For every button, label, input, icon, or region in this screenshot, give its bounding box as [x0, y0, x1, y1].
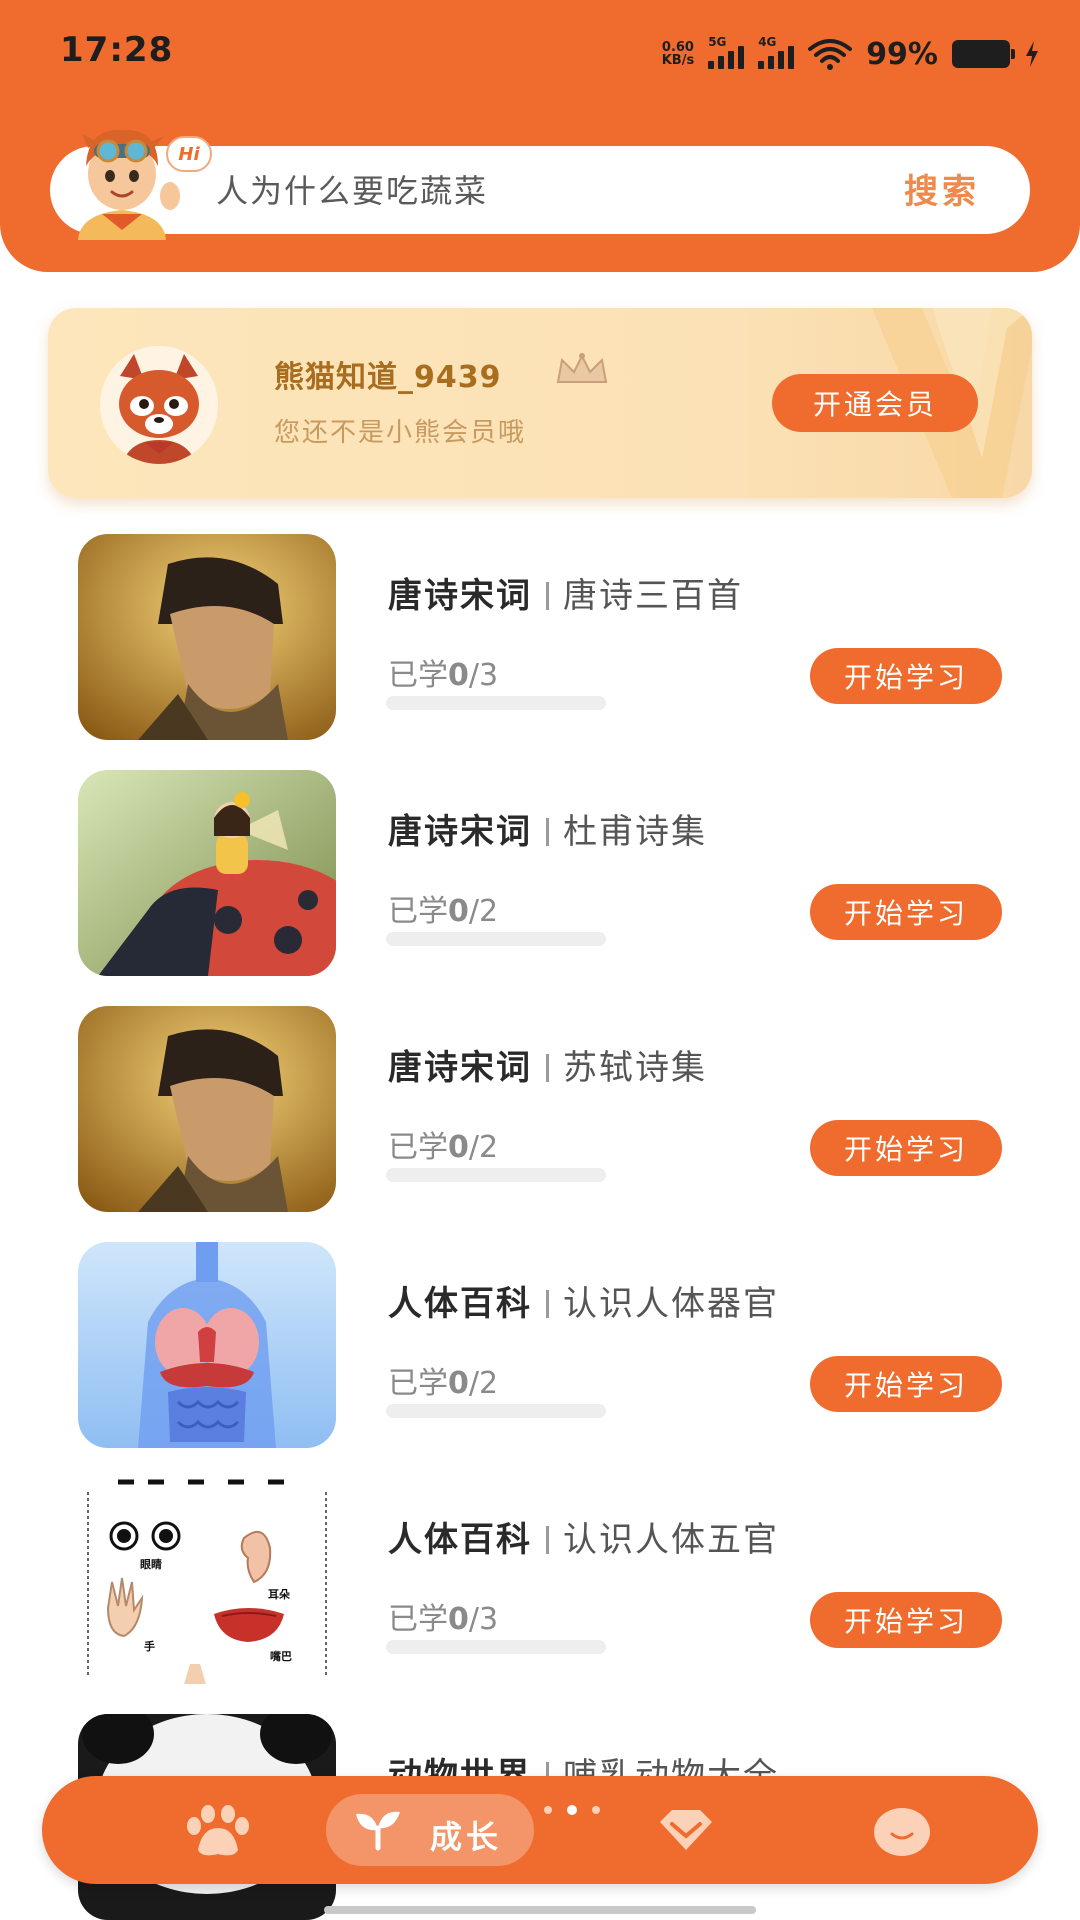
progress-learned: 0 — [448, 1366, 469, 1401]
red-panda-icon — [100, 346, 218, 464]
search-button[interactable]: 搜索 — [904, 164, 980, 213]
progress-learned: 0 — [448, 1602, 469, 1637]
progress-bar — [386, 932, 606, 946]
network-speed: 0.60 KB/s — [662, 41, 694, 67]
home-indicator[interactable] — [324, 1906, 756, 1914]
progress-label: 已学 — [388, 894, 448, 929]
course-title: 唐诗宋词 苏轼诗集 — [388, 1040, 707, 1089]
sprout-icon — [356, 1811, 400, 1851]
status-time: 17:28 — [60, 30, 174, 70]
progress-label: 已学 — [388, 1602, 448, 1637]
crown-icon — [556, 353, 608, 383]
search-input[interactable]: 人为什么要吃蔬菜 — [216, 166, 488, 212]
start-learning-button[interactable]: 开始学习 — [810, 1356, 1002, 1412]
start-learning-button[interactable]: 开始学习 — [810, 1120, 1002, 1176]
signal-4g-icon: 4G — [758, 35, 795, 69]
battery-icon — [952, 40, 1015, 68]
signal-5g-icon: 5G — [708, 35, 745, 69]
list-item[interactable]: 唐诗宋词 唐诗三百首 已学0/3 开始学习 — [0, 534, 1080, 744]
list-item[interactable]: 唐诗宋词 苏轼诗集 已学0/2 开始学习 — [0, 1006, 1080, 1216]
paw-icon[interactable] — [178, 1800, 258, 1860]
list-item[interactable]: 唐诗宋词 杜甫诗集 已学0/2 开始学习 — [0, 770, 1080, 980]
progress-total: /2 — [468, 894, 499, 929]
ear-label: 耳朵 — [268, 1588, 290, 1601]
start-learning-button[interactable]: 开始学习 — [810, 1592, 1002, 1648]
hi-bubble: Hi — [166, 136, 212, 172]
course-title: 人体百科 认识人体五官 — [388, 1512, 779, 1561]
boy-mascot-icon — [78, 129, 180, 240]
battery-percent: 99% — [866, 36, 938, 72]
status-icons: 0.60 KB/s 5G 4G 99% — [662, 34, 1040, 74]
progress-total: /2 — [468, 1366, 499, 1401]
progress-bar — [386, 1640, 606, 1654]
nav-growth-label: 成长 — [430, 1818, 503, 1856]
page-dots-icon — [544, 1805, 600, 1815]
hand-label: 手 — [144, 1640, 155, 1653]
course-category: 人体百科 — [388, 1284, 532, 1324]
progress-bar — [386, 696, 606, 710]
progress-bar — [386, 1404, 606, 1418]
progress-text: 已学0/3 — [388, 650, 498, 694]
start-learning-button[interactable]: 开始学习 — [810, 884, 1002, 940]
course-name: 苏轼诗集 — [563, 1048, 707, 1088]
list-item[interactable]: 眼睛 耳朵 手 嘴巴 人体百科 认识人体五官 已学0/3 开始学习 — [0, 1478, 1080, 1688]
start-learning-button[interactable]: 开始学习 — [810, 648, 1002, 704]
username: 熊猫知道_9439 — [274, 360, 502, 395]
member-status: 您还不是小熊会员哦 — [274, 418, 527, 448]
course-category: 唐诗宋词 — [388, 812, 532, 852]
face-icon[interactable] — [862, 1800, 942, 1860]
progress-label: 已学 — [388, 1366, 448, 1401]
header: 17:28 0.60 KB/s 5G 4G 99% Hi 人为什么要吃蔬菜 搜索 — [0, 0, 1080, 272]
progress-total: /3 — [468, 658, 499, 693]
girl-on-ladybug-image — [78, 770, 336, 976]
human-anatomy-image — [78, 1242, 336, 1448]
course-name: 认识人体器官 — [563, 1284, 779, 1324]
progress-learned: 0 — [448, 658, 469, 693]
signal-5g-label: 5G — [708, 35, 727, 49]
progress-learned: 0 — [448, 1130, 469, 1165]
course-name: 唐诗三百首 — [563, 576, 743, 616]
course-name: 认识人体五官 — [563, 1520, 779, 1560]
member-card: 熊猫知道_9439 您还不是小熊会员哦 开通会员 — [48, 308, 1032, 498]
gem-icon[interactable] — [646, 1800, 726, 1860]
progress-total: /3 — [468, 1602, 499, 1637]
poet-portrait-image — [78, 1006, 336, 1212]
eyes-label: 眼睛 — [140, 1558, 162, 1571]
course-name: 杜甫诗集 — [563, 812, 707, 852]
avatar[interactable] — [100, 346, 218, 464]
nav-growth-tab[interactable]: 成长 — [326, 1794, 534, 1866]
course-title: 唐诗宋词 唐诗三百首 — [388, 568, 743, 617]
list-item[interactable]: 人体百科 认识人体器官 已学0/2 开始学习 — [0, 1242, 1080, 1452]
progress-label: 已学 — [388, 1130, 448, 1165]
signal-4g-label: 4G — [758, 35, 777, 49]
progress-learned: 0 — [448, 894, 469, 929]
course-category: 唐诗宋词 — [388, 576, 532, 616]
status-bar: 17:28 0.60 KB/s 5G 4G 99% — [0, 0, 1080, 104]
progress-text: 已学0/2 — [388, 1122, 498, 1166]
progress-total: /2 — [468, 1130, 499, 1165]
network-speed-unit: KB/s — [661, 53, 695, 68]
five-senses-chart-image: 眼睛 耳朵 手 嘴巴 — [78, 1478, 336, 1684]
bottom-nav: 成长 — [42, 1776, 1038, 1884]
progress-text: 已学0/2 — [388, 1358, 498, 1402]
course-title: 人体百科 认识人体器官 — [388, 1276, 779, 1325]
progress-bar — [386, 1168, 606, 1182]
charging-icon — [1026, 41, 1038, 67]
course-title: 唐诗宋词 杜甫诗集 — [388, 804, 707, 853]
course-category: 唐诗宋词 — [388, 1048, 532, 1088]
poet-portrait-image — [78, 534, 336, 740]
progress-text: 已学0/3 — [388, 1594, 498, 1638]
progress-label: 已学 — [388, 658, 448, 693]
join-membership-button[interactable]: 开通会员 — [772, 374, 978, 432]
progress-text: 已学0/2 — [388, 886, 498, 930]
wifi-icon — [808, 39, 853, 70]
mouth-label: 嘴巴 — [270, 1650, 292, 1663]
course-category: 人体百科 — [388, 1520, 532, 1560]
